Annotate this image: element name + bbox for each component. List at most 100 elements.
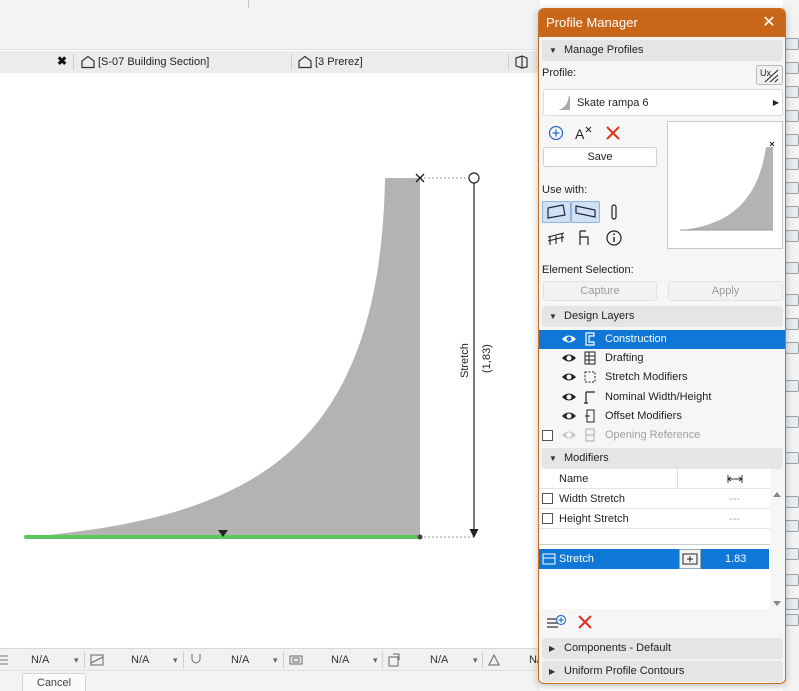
- modifier-checkbox[interactable]: [542, 493, 553, 504]
- layer-row-nominal-width-height[interactable]: Nominal Width/Height: [539, 388, 785, 407]
- chevron-down-icon[interactable]: ▾: [173, 653, 181, 667]
- chevron-right-icon: ▶: [772, 98, 779, 107]
- svg-text:A: A: [575, 126, 585, 142]
- eye-icon[interactable]: [561, 351, 577, 365]
- use-with-label: Use with:: [542, 184, 588, 196]
- tab-building-section[interactable]: [S-07 Building Section]: [76, 51, 290, 73]
- save-button[interactable]: Save: [543, 147, 657, 167]
- zone-tool-icon[interactable]: [785, 342, 799, 354]
- chevron-down-icon[interactable]: ▾: [273, 653, 281, 667]
- column-icon[interactable]: [603, 201, 625, 223]
- dimension-value: (1,83): [481, 344, 493, 373]
- stair-tool-icon[interactable]: [785, 134, 799, 146]
- window-tool-icon[interactable]: [785, 262, 799, 274]
- cancel-button[interactable]: Cancel: [22, 673, 86, 691]
- tab-prerez[interactable]: [3 Prerez]: [293, 51, 507, 73]
- layer-row-construction[interactable]: Construction: [539, 330, 785, 349]
- layer-row-drafting[interactable]: Drafting: [539, 349, 785, 368]
- table-header: Name: [539, 469, 770, 489]
- modifier-value[interactable]: 1.83: [725, 549, 746, 569]
- mesh-tool-icon[interactable]: [785, 380, 799, 392]
- eye-icon[interactable]: [561, 390, 577, 404]
- section-view-icon: [81, 55, 95, 69]
- section-title: Components - Default: [564, 642, 671, 654]
- label-tool-icon[interactable]: [785, 548, 799, 560]
- status-value[interactable]: N/A: [430, 649, 448, 671]
- curtain-wall-tool-icon[interactable]: [785, 206, 799, 218]
- add-modifier-icon[interactable]: [545, 611, 567, 633]
- delete-modifier-icon[interactable]: [574, 611, 596, 633]
- modifiers-header[interactable]: ▼ Modifiers: [542, 448, 783, 469]
- roof-tool-icon[interactable]: [785, 110, 799, 122]
- text-tool-icon[interactable]: [785, 520, 799, 532]
- new-profile-icon[interactable]: [545, 122, 567, 144]
- components-header[interactable]: ▶ Components - Default: [542, 638, 783, 659]
- uniform-profile-contours-header[interactable]: ▶ Uniform Profile Contours: [542, 661, 783, 682]
- layer-name: Construction: [605, 333, 667, 345]
- chevron-down-icon[interactable]: ▾: [473, 653, 481, 667]
- structure-icon: [488, 653, 500, 666]
- collapse-triangle-icon: ▼: [549, 312, 557, 321]
- wall-tool-icon[interactable]: [785, 38, 799, 50]
- modifiers-scrollbar[interactable]: [771, 489, 783, 609]
- profile-editor-canvas[interactable]: Stretch (1,83): [0, 73, 540, 647]
- design-layers-header[interactable]: ▼ Design Layers: [542, 306, 783, 327]
- use-with-beam-button[interactable]: [571, 201, 600, 223]
- slab-tool-icon[interactable]: [785, 86, 799, 98]
- layer-checkbox[interactable]: [542, 430, 553, 441]
- use-with-wall-button[interactable]: [542, 201, 571, 223]
- railing-icon[interactable]: [545, 227, 567, 249]
- railing-tool-icon[interactable]: [785, 158, 799, 170]
- status-value[interactable]: N/A: [31, 649, 49, 671]
- delete-profile-icon[interactable]: [602, 122, 624, 144]
- layer-name: Drafting: [605, 352, 644, 364]
- edit-profile-icon[interactable]: Ux: [756, 65, 783, 85]
- status-divider: [183, 652, 184, 668]
- rename-profile-icon[interactable]: A: [573, 122, 595, 144]
- manage-profiles-header[interactable]: ▼ Manage Profiles: [542, 40, 783, 61]
- line-tool-icon[interactable]: [785, 598, 799, 610]
- close-palette-button[interactable]: ✕: [761, 9, 777, 37]
- shell-tool-icon[interactable]: [785, 452, 799, 464]
- modifier-name: Stretch: [559, 553, 594, 565]
- modifier-checkbox[interactable]: [542, 513, 553, 524]
- close-tab-icon[interactable]: ✖: [55, 54, 69, 68]
- beam-tool-icon[interactable]: [785, 62, 799, 74]
- status-value[interactable]: N/A: [331, 649, 349, 671]
- profile-selector[interactable]: Skate rampa 6 ▶: [543, 89, 783, 116]
- status-value[interactable]: N/A: [231, 649, 249, 671]
- eye-icon[interactable]: [561, 409, 577, 423]
- beam-icon: [575, 205, 596, 218]
- toolbar-divider: [248, 0, 249, 8]
- eye-icon[interactable]: [561, 332, 577, 346]
- eye-icon[interactable]: [561, 428, 577, 442]
- handrail-icon[interactable]: [574, 227, 596, 249]
- apply-button[interactable]: Apply: [668, 281, 783, 301]
- column-tool-icon[interactable]: [785, 182, 799, 194]
- eye-icon[interactable]: [561, 370, 577, 384]
- modifier-row-height-stretch[interactable]: Height Stretch ---: [539, 509, 770, 529]
- modifier-row-width-stretch[interactable]: Width Stretch ---: [539, 489, 770, 509]
- status-divider: [382, 652, 383, 668]
- door-tool-icon[interactable]: [785, 230, 799, 242]
- fill-tool-icon[interactable]: [785, 574, 799, 586]
- chevron-down-icon[interactable]: ▾: [74, 653, 82, 667]
- modifier-row-stretch[interactable]: Stretch 1.83: [539, 549, 769, 569]
- layer-row-offset-modifiers[interactable]: Offset Modifiers: [539, 407, 785, 426]
- stretch-mode-button[interactable]: [679, 549, 701, 569]
- dimension-tool-icon[interactable]: [785, 496, 799, 508]
- arc-tool-icon[interactable]: [785, 614, 799, 626]
- skylight-tool-icon[interactable]: [785, 294, 799, 306]
- capture-button[interactable]: Capture: [543, 281, 657, 301]
- layer-row-stretch-modifiers[interactable]: Stretch Modifiers: [539, 368, 785, 387]
- morph-tool-icon[interactable]: [785, 416, 799, 428]
- chevron-down-icon[interactable]: ▾: [373, 653, 381, 667]
- expand-triangle-icon: ▶: [549, 644, 556, 653]
- info-icon[interactable]: [603, 227, 625, 249]
- column-header-name: Name: [559, 473, 589, 485]
- layer-row-opening-reference[interactable]: Opening Reference: [539, 426, 785, 445]
- palette-title-bar[interactable]: Profile Manager: [539, 9, 785, 37]
- status-value[interactable]: N/A: [131, 649, 149, 671]
- object-tool-icon[interactable]: [785, 318, 799, 330]
- tab-3d[interactable]: [509, 51, 540, 73]
